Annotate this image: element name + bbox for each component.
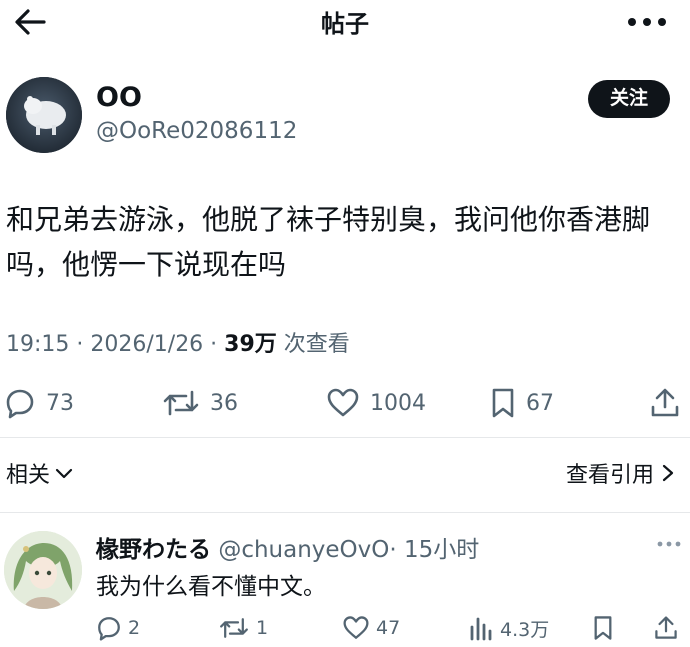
more-horizontal-icon (657, 541, 681, 547)
reply-count: 73 (46, 390, 74, 416)
author-name[interactable]: OO (96, 82, 142, 113)
reply-share-action[interactable] (654, 614, 684, 642)
reply-like-count: 47 (376, 617, 401, 639)
post-timestamp: 19:15 · 2026/1/26 · (6, 332, 225, 357)
divider (0, 512, 690, 513)
reply-author-handle[interactable]: @chuanyeOvO (218, 537, 389, 563)
bookmark-icon (492, 388, 514, 418)
author-avatar[interactable] (6, 77, 82, 153)
heart-icon (327, 388, 359, 417)
reply-reply-count: 2 (128, 617, 141, 639)
follow-button[interactable]: 关注 (588, 80, 670, 118)
like-count: 1004 (370, 390, 426, 416)
reply-bookmark-action[interactable] (592, 614, 620, 642)
chevron-right-icon (662, 464, 674, 482)
reply-view-count: 4.3万 (500, 618, 550, 641)
reply-icon (98, 617, 120, 641)
share-action[interactable] (650, 386, 690, 420)
reply-reply-action[interactable]: 2 (96, 614, 140, 642)
reply-icon (6, 389, 34, 419)
post-meta: 19:15 · 2026/1/26 · 39万 次查看 (6, 326, 350, 358)
reply-text: 我为什么看不懂中文。 (96, 574, 326, 600)
view-quotes-label: 查看引用 (566, 463, 655, 488)
bookmark-count: 67 (526, 390, 554, 416)
reply-repost-count: 1 (256, 617, 269, 639)
repost-icon (163, 390, 199, 416)
reply-timestamp: · 15小时 (389, 537, 480, 563)
reply-action[interactable]: 73 (4, 386, 74, 420)
analytics-icon (470, 617, 492, 641)
view-quotes-link[interactable]: 查看引用 (566, 457, 676, 489)
bookmark-action[interactable]: 67 (490, 386, 554, 420)
reply-like-action[interactable]: 47 (342, 614, 400, 642)
share-icon (655, 616, 677, 639)
reply-header: 椽野わたる @chuanyeOvO· 15小时 (96, 530, 479, 564)
post-text: 和兄弟去游泳，他脱了袜子特别臭，我问他你香港脚吗，他愣一下说现在吗 (6, 203, 651, 281)
related-label: 相关 (6, 463, 51, 488)
author-handle[interactable]: @OoRe02086112 (96, 118, 297, 144)
related-toggle[interactable]: 相关 (6, 457, 74, 489)
reply-author-name[interactable]: 椽野わたる (96, 537, 211, 563)
repost-action[interactable]: 36 (162, 386, 238, 420)
view-count: 39万 (224, 332, 277, 357)
more-horizontal-icon (628, 18, 666, 26)
reply-more-button[interactable] (656, 538, 682, 550)
reply-views-action[interactable]: 4.3万 (468, 614, 549, 642)
reply-repost-action[interactable]: 1 (218, 614, 268, 642)
divider (0, 437, 690, 438)
more-options-button[interactable] (624, 10, 670, 34)
chevron-down-icon (55, 468, 73, 479)
reply-author-avatar[interactable] (4, 531, 82, 609)
bookmark-icon (594, 616, 612, 640)
heart-icon (343, 616, 369, 639)
share-icon (651, 388, 679, 417)
repost-count: 36 (210, 390, 238, 416)
repost-icon (220, 618, 248, 638)
like-action[interactable]: 1004 (326, 386, 426, 420)
page-title: 帖子 (321, 10, 369, 38)
view-suffix: 次查看 (276, 332, 350, 357)
